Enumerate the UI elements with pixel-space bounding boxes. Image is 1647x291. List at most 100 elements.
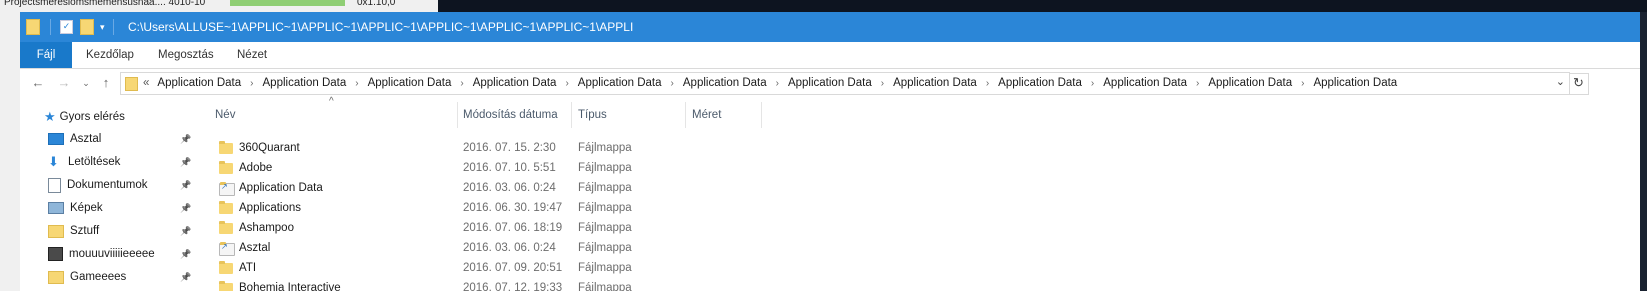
breadcrumb-item[interactable]: Application Data: [683, 73, 767, 94]
cell-type: Fájlmappa: [578, 182, 632, 194]
folder-icon: [219, 201, 233, 214]
sidebar-item-label: Képek: [70, 202, 103, 214]
cell-name: 360Quarant: [239, 142, 300, 154]
breadcrumb-separator-chevron-icon[interactable]: ›: [250, 73, 253, 94]
column-divider[interactable]: [685, 102, 686, 128]
forward-arrow-icon[interactable]: →: [56, 73, 72, 93]
breadcrumb-separator-chevron-icon[interactable]: ›: [460, 73, 463, 94]
breadcrumb-item[interactable]: Application Data: [157, 73, 241, 94]
table-row[interactable]: Ashampoo 2016. 07. 06. 18:19 Fájlmappa: [205, 218, 765, 238]
background-dark-window: [438, 0, 1647, 12]
pin-icon[interactable]: 📌: [180, 249, 191, 260]
new-folder-icon[interactable]: [80, 19, 94, 35]
sidebar-item[interactable]: Sztuff 📌: [48, 220, 198, 242]
table-row[interactable]: ↗ Application Data 2016. 03. 06. 0:24 Fájlm…: [205, 178, 765, 198]
cell-name: Adobe: [239, 162, 273, 174]
tab-share[interactable]: Megosztás: [158, 42, 214, 68]
folder-icon: [48, 270, 64, 284]
cell-type: Fájlmappa: [578, 202, 632, 214]
table-row[interactable]: ATI 2016. 07. 09. 20:51 Fájlmappa: [205, 258, 765, 278]
sidebar-item[interactable]: Képek 📌: [48, 197, 198, 219]
tab-home[interactable]: Kezdőlap: [86, 42, 134, 68]
folder-shortcut-icon: ↗: [219, 242, 235, 256]
cell-date: 2016. 07. 06. 18:19: [463, 222, 563, 234]
folder-icon: [219, 221, 233, 234]
breadcrumb-separator-chevron-icon[interactable]: ›: [1301, 73, 1304, 94]
breadcrumb-separator-chevron-icon[interactable]: ›: [565, 73, 568, 94]
folder-icon: [219, 141, 233, 154]
sidebar-item[interactable]: ⬇ Letöltések 📌: [48, 151, 198, 173]
breadcrumb-separator-chevron-icon[interactable]: ›: [1091, 73, 1094, 94]
breadcrumb-separator-chevron-icon[interactable]: ›: [881, 73, 884, 94]
breadcrumb: « Application Data › Application Data › Appl…: [143, 73, 1397, 94]
sidebar-item-label: mouuuviiiiieeeee: [69, 248, 155, 260]
star-icon: ★: [44, 109, 56, 124]
column-divider[interactable]: [457, 102, 458, 128]
address-bar[interactable]: « Application Data › Application Data › Appl…: [120, 72, 1570, 95]
table-row[interactable]: Applications 2016. 06. 30. 19:47 Fájlmappa: [205, 198, 765, 218]
background-right: [1640, 12, 1647, 291]
breadcrumb-item[interactable]: Application Data: [1208, 73, 1292, 94]
breadcrumb-item[interactable]: Application Data: [788, 73, 872, 94]
back-arrow-icon[interactable]: ←: [30, 73, 46, 93]
background-right-text: 0x1.10,0: [357, 0, 396, 8]
breadcrumb-separator-chevron-icon[interactable]: ›: [671, 73, 674, 94]
customize-toolbar-icon[interactable]: ▾: [100, 22, 105, 33]
tab-file[interactable]: Fájl: [20, 42, 72, 68]
cell-name: Asztal: [239, 242, 271, 254]
pin-icon[interactable]: 📌: [180, 180, 191, 191]
documents-icon: [48, 177, 61, 193]
sidebar-item[interactable]: Asztal 📌: [48, 128, 198, 150]
background-strip: Projectsmeresiomsmemensusnaa.... 4010-10…: [0, 0, 1647, 12]
address-dropdown-chevron-icon[interactable]: ⌄: [1556, 75, 1565, 88]
pin-icon[interactable]: 📌: [180, 157, 191, 168]
breadcrumb-separator-chevron-icon[interactable]: ›: [355, 73, 358, 94]
column-header-date[interactable]: Módosítás dátuma: [463, 102, 558, 128]
column-divider[interactable]: [761, 102, 762, 128]
table-row[interactable]: ↗ Asztal 2016. 03. 06. 0:24 Fájlmappa: [205, 238, 765, 258]
tab-view[interactable]: Nézet: [237, 42, 267, 68]
breadcrumb-item[interactable]: Application Data: [1103, 73, 1187, 94]
quick-access-item[interactable]: ★ Gyors elérés: [44, 106, 125, 128]
sidebar-item[interactable]: Dokumentumok 📌: [48, 174, 198, 196]
column-header-size[interactable]: Méret: [692, 102, 721, 128]
breadcrumb-separator-chevron-icon[interactable]: ›: [1196, 73, 1199, 94]
quick-access-toolbar: ✓ ▾: [26, 12, 114, 42]
breadcrumb-item[interactable]: Application Data: [578, 73, 662, 94]
pin-icon[interactable]: 📌: [180, 203, 191, 214]
breadcrumb-separator-chevron-icon[interactable]: ›: [986, 73, 989, 94]
sidebar-item[interactable]: Gameeees 📌: [48, 266, 198, 288]
folder-icon: [48, 224, 64, 238]
breadcrumb-item[interactable]: Application Data: [1313, 73, 1397, 94]
cell-date: 2016. 03. 06. 0:24: [463, 182, 556, 194]
explorer-window: ✓ ▾ C:\Users\ALLUSE~1\APPLIC~1\APPLIC~1\…: [20, 12, 1640, 291]
breadcrumb-separator-chevron-icon[interactable]: ›: [776, 73, 779, 94]
column-header-type[interactable]: Típus: [578, 102, 607, 128]
up-arrow-icon[interactable]: ↑: [98, 73, 114, 93]
properties-icon[interactable]: ✓: [60, 20, 73, 34]
breadcrumb-item[interactable]: Application Data: [473, 73, 557, 94]
refresh-button[interactable]: ↻: [1570, 73, 1589, 95]
recent-locations-chevron-icon[interactable]: ⌄: [80, 73, 92, 93]
breadcrumb-item[interactable]: Application Data: [893, 73, 977, 94]
table-row[interactable]: Adobe 2016. 07. 10. 5:51 Fájlmappa: [205, 158, 765, 178]
ribbon-tabs: Fájl Kezdőlap Megosztás Nézet: [20, 42, 1640, 69]
table-row[interactable]: 360Quarant 2016. 07. 15. 2:30 Fájlmappa: [205, 138, 765, 158]
sidebar-item[interactable]: mouuuviiiiieeeee 📌: [48, 243, 198, 265]
table-row[interactable]: Bohemia Interactive 2016. 07. 12. 19:33 Fá…: [205, 278, 765, 291]
breadcrumb-item[interactable]: Application Data: [998, 73, 1082, 94]
breadcrumb-item[interactable]: Application Data: [263, 73, 347, 94]
cell-name: Application Data: [239, 182, 323, 194]
folder-icon: [219, 281, 233, 291]
window-title: C:\Users\ALLUSE~1\APPLIC~1\APPLIC~1\APPL…: [128, 20, 634, 34]
cell-type: Fájlmappa: [578, 282, 632, 291]
pin-icon[interactable]: 📌: [180, 272, 191, 283]
pin-icon[interactable]: 📌: [180, 134, 191, 145]
column-divider[interactable]: [571, 102, 572, 128]
breadcrumb-overflow[interactable]: «: [143, 73, 149, 94]
breadcrumb-item[interactable]: Application Data: [368, 73, 452, 94]
column-header-name[interactable]: Név: [215, 102, 235, 128]
pin-icon[interactable]: 📌: [180, 226, 191, 237]
cell-name: Applications: [239, 202, 302, 214]
sidebar-item-label: Asztal: [70, 133, 102, 145]
